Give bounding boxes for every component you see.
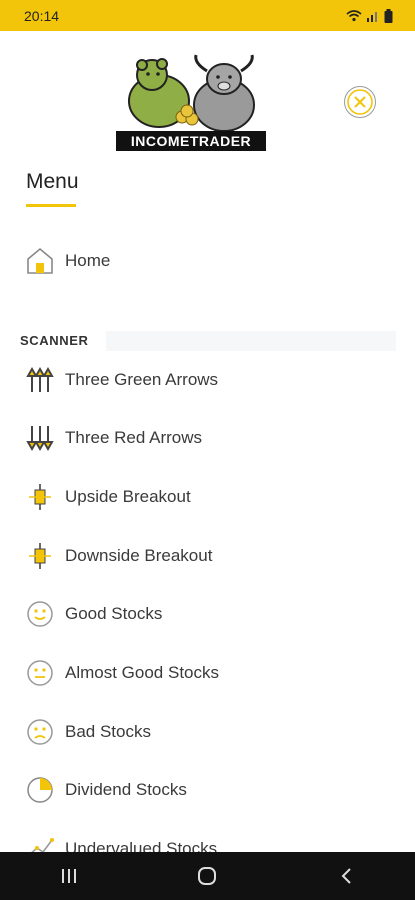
menu-item-label: Home (65, 251, 111, 270)
section-divider (106, 331, 396, 351)
three-up-arrows-icon (24, 364, 56, 396)
signal-icon (367, 11, 377, 22)
menu-title: Menu (26, 170, 79, 193)
candlestick-down-icon (24, 540, 56, 572)
smile-face-icon (24, 598, 56, 630)
menu-item-label: Bad Stocks (65, 722, 151, 741)
menu-item-label: Upside Breakout (65, 487, 191, 506)
three-down-arrows-icon (24, 422, 56, 454)
incometrader-logo: INCOMETRADER (114, 53, 268, 153)
menu-item-dividend-stocks[interactable]: Dividend Stocks (24, 774, 187, 806)
logo-text: INCOMETRADER (130, 133, 252, 149)
candlestick-up-icon (24, 481, 56, 513)
menu-item-three-green-arrows[interactable]: Three Green Arrows (24, 364, 218, 396)
menu-item-upside-breakout[interactable]: Upside Breakout (24, 481, 191, 513)
menu-item-label: Downside Breakout (65, 546, 213, 565)
menu-item-label: Three Red Arrows (65, 428, 202, 447)
sad-face-icon (24, 716, 56, 748)
back-button[interactable] (316, 856, 376, 896)
menu-item-three-red-arrows[interactable]: Three Red Arrows (24, 422, 202, 454)
status-icons (346, 8, 393, 23)
menu-item-almost-good-stocks[interactable]: Almost Good Stocks (24, 657, 219, 689)
home-icon (24, 245, 56, 277)
close-icon (347, 89, 373, 115)
menu-item-bad-stocks[interactable]: Bad Stocks (24, 716, 151, 748)
pie-chart-icon (24, 774, 56, 806)
home-nav-button[interactable] (177, 856, 237, 896)
recent-apps-icon (62, 869, 77, 883)
status-time: 20:14 (24, 7, 60, 24)
menu-item-label: Three Green Arrows (65, 370, 219, 389)
back-icon (341, 868, 351, 884)
menu-item-home[interactable]: Home (24, 245, 110, 277)
menu-item-label: Almost Good Stocks (65, 663, 220, 682)
wifi-icon (346, 9, 362, 21)
menu-item-label: Dividend Stocks (65, 780, 187, 799)
close-button[interactable] (344, 86, 376, 118)
menu-item-label: Good Stocks (65, 604, 163, 623)
battery-icon (384, 8, 393, 23)
status-bar: 20:14 (0, 0, 415, 31)
menu-item-downside-breakout[interactable]: Downside Breakout (24, 540, 212, 572)
menu-title-underline (26, 204, 76, 207)
scanner-section-title: SCANNER (20, 333, 89, 348)
menu-item-good-stocks[interactable]: Good Stocks (24, 598, 162, 630)
recent-apps-button[interactable] (39, 856, 99, 896)
neutral-face-icon (24, 657, 56, 689)
system-navigation-bar (0, 852, 415, 900)
home-circle-icon (198, 867, 217, 885)
